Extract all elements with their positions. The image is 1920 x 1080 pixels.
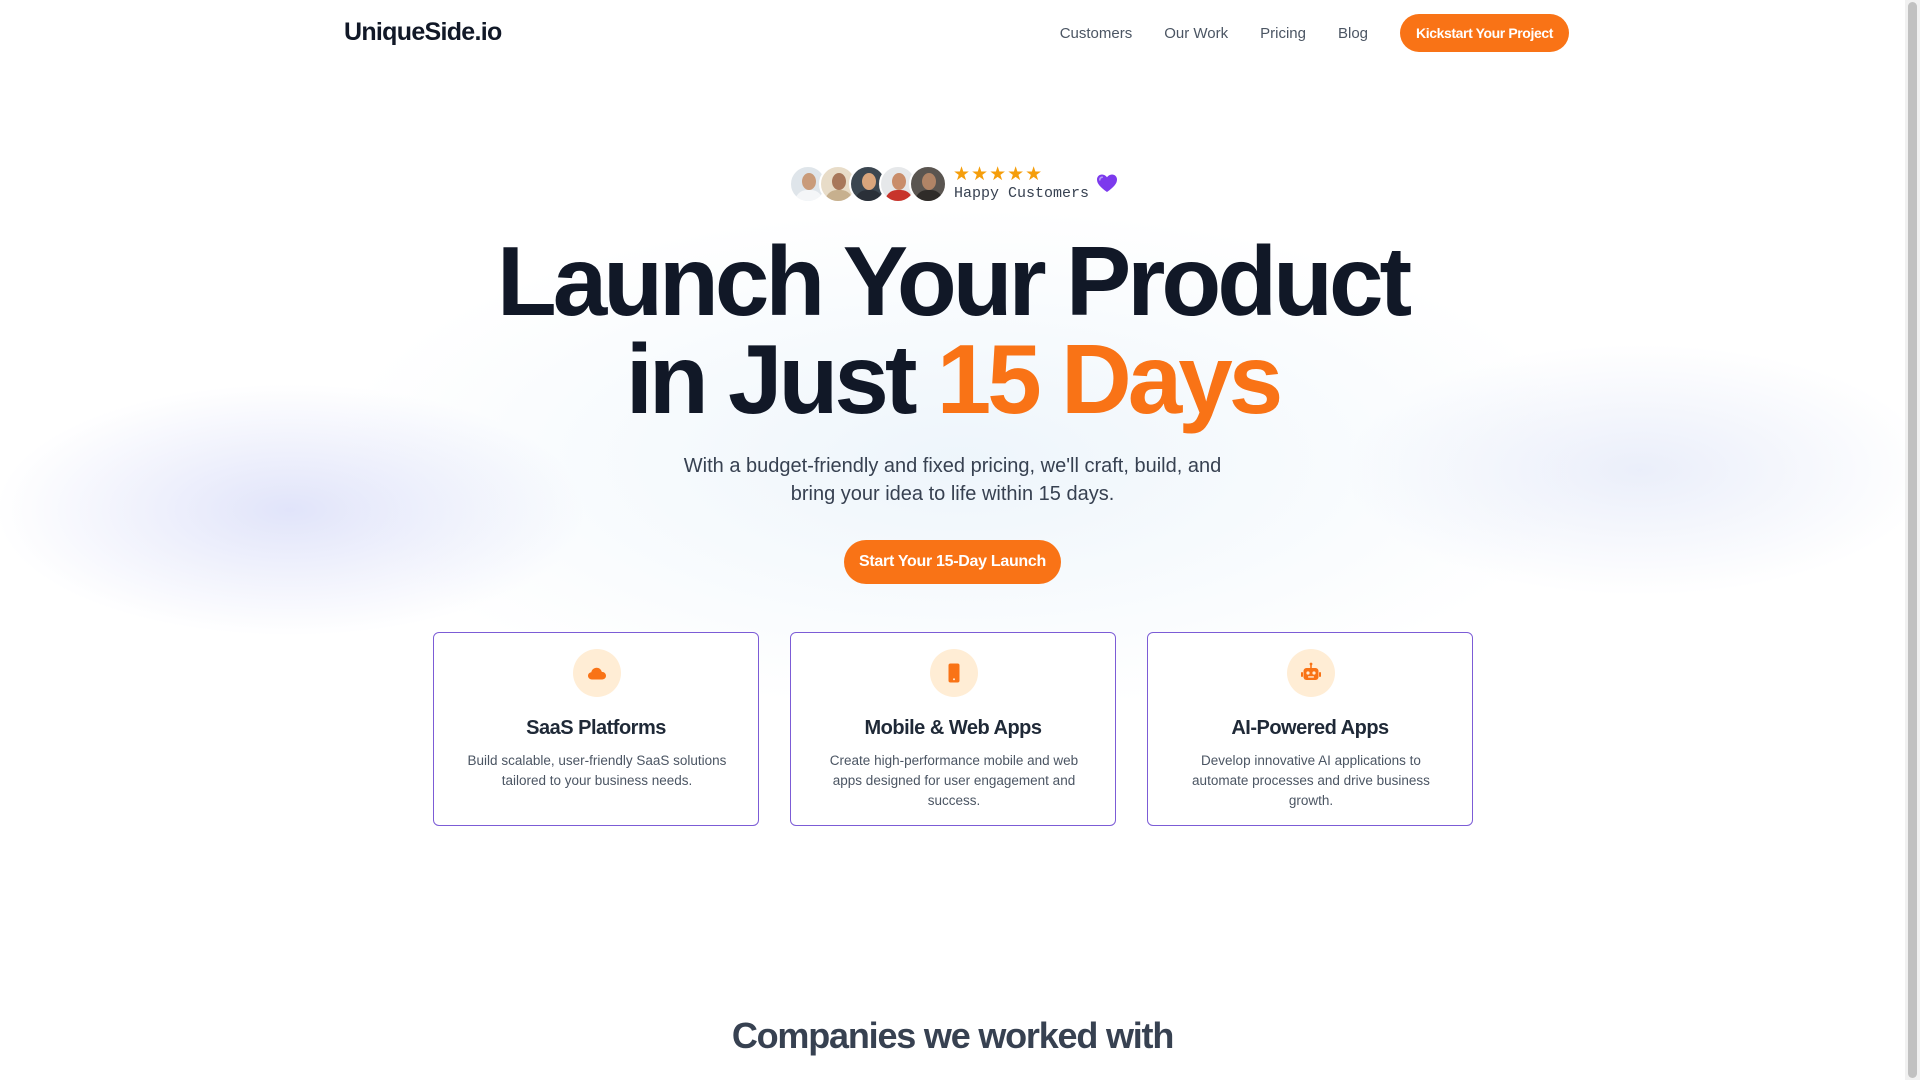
service-card-saas[interactable]: SaaS Platforms Build scalable, user-frie… bbox=[433, 632, 759, 826]
card-icon-wrap bbox=[1287, 649, 1335, 697]
nav-link-our-work[interactable]: Our Work bbox=[1164, 25, 1228, 42]
service-card-ai[interactable]: AI-Powered Apps Develop innovative AI ap… bbox=[1147, 632, 1473, 826]
logo[interactable]: UniqueSide.io bbox=[344, 18, 502, 47]
hero-title: Launch Your Product in Just 15 Days bbox=[460, 232, 1445, 428]
rating-stars: ★★★★★ bbox=[953, 164, 1044, 185]
page-scrollbar[interactable] bbox=[1905, 0, 1920, 1080]
service-card-mobile-web[interactable]: Mobile & Web Apps Create high-performanc… bbox=[790, 632, 1116, 826]
card-icon-wrap bbox=[930, 649, 978, 697]
purple-heart-icon bbox=[1097, 174, 1117, 192]
cloud-icon bbox=[588, 667, 606, 680]
nav-link-customers[interactable]: Customers bbox=[1060, 25, 1133, 42]
card-description: Develop innovative AI applications to au… bbox=[1192, 753, 1430, 808]
card-description: Create high-performance mobile and web a… bbox=[829, 753, 1079, 808]
nav-link-pricing[interactable]: Pricing bbox=[1260, 25, 1306, 42]
hero-title-accent: 15 Days bbox=[936, 324, 1284, 434]
companies-section-title: Companies we worked with bbox=[731, 1015, 1174, 1056]
customer-avatars bbox=[789, 165, 949, 203]
card-title: AI-Powered Apps bbox=[1231, 717, 1389, 739]
main-nav: Customers Our Work Pricing Blog Kickstar… bbox=[1060, 14, 1569, 52]
robot-icon bbox=[1301, 662, 1321, 680]
hero-title-line-1: Launch Your Product bbox=[496, 226, 1412, 336]
card-description: Build scalable, user-friendly SaaS solut… bbox=[467, 753, 727, 788]
landing-page: UniqueSide.io Customers Our Work Pricing… bbox=[0, 0, 1905, 1080]
card-icon-wrap bbox=[573, 649, 621, 697]
card-title: Mobile & Web Apps bbox=[864, 717, 1042, 739]
avatar bbox=[909, 165, 947, 203]
kickstart-project-button[interactable]: Kickstart Your Project bbox=[1400, 14, 1569, 52]
hero-title-line-2: in Just bbox=[625, 324, 937, 434]
scrollbar-thumb[interactable] bbox=[1908, 2, 1917, 1078]
start-launch-button[interactable]: Start Your 15-Day Launch bbox=[844, 540, 1061, 584]
nav-link-blog[interactable]: Blog bbox=[1338, 25, 1368, 42]
social-proof: ★★★★★ Happy Customers bbox=[789, 163, 1119, 203]
hero-subtitle: With a budget-friendly and fixed pricing… bbox=[683, 455, 1222, 505]
mobile-phone-icon bbox=[948, 663, 960, 683]
card-title: SaaS Platforms bbox=[526, 717, 666, 739]
happy-customers-label: Happy Customers bbox=[954, 185, 1090, 202]
site-header: UniqueSide.io Customers Our Work Pricing… bbox=[344, 14, 1569, 54]
